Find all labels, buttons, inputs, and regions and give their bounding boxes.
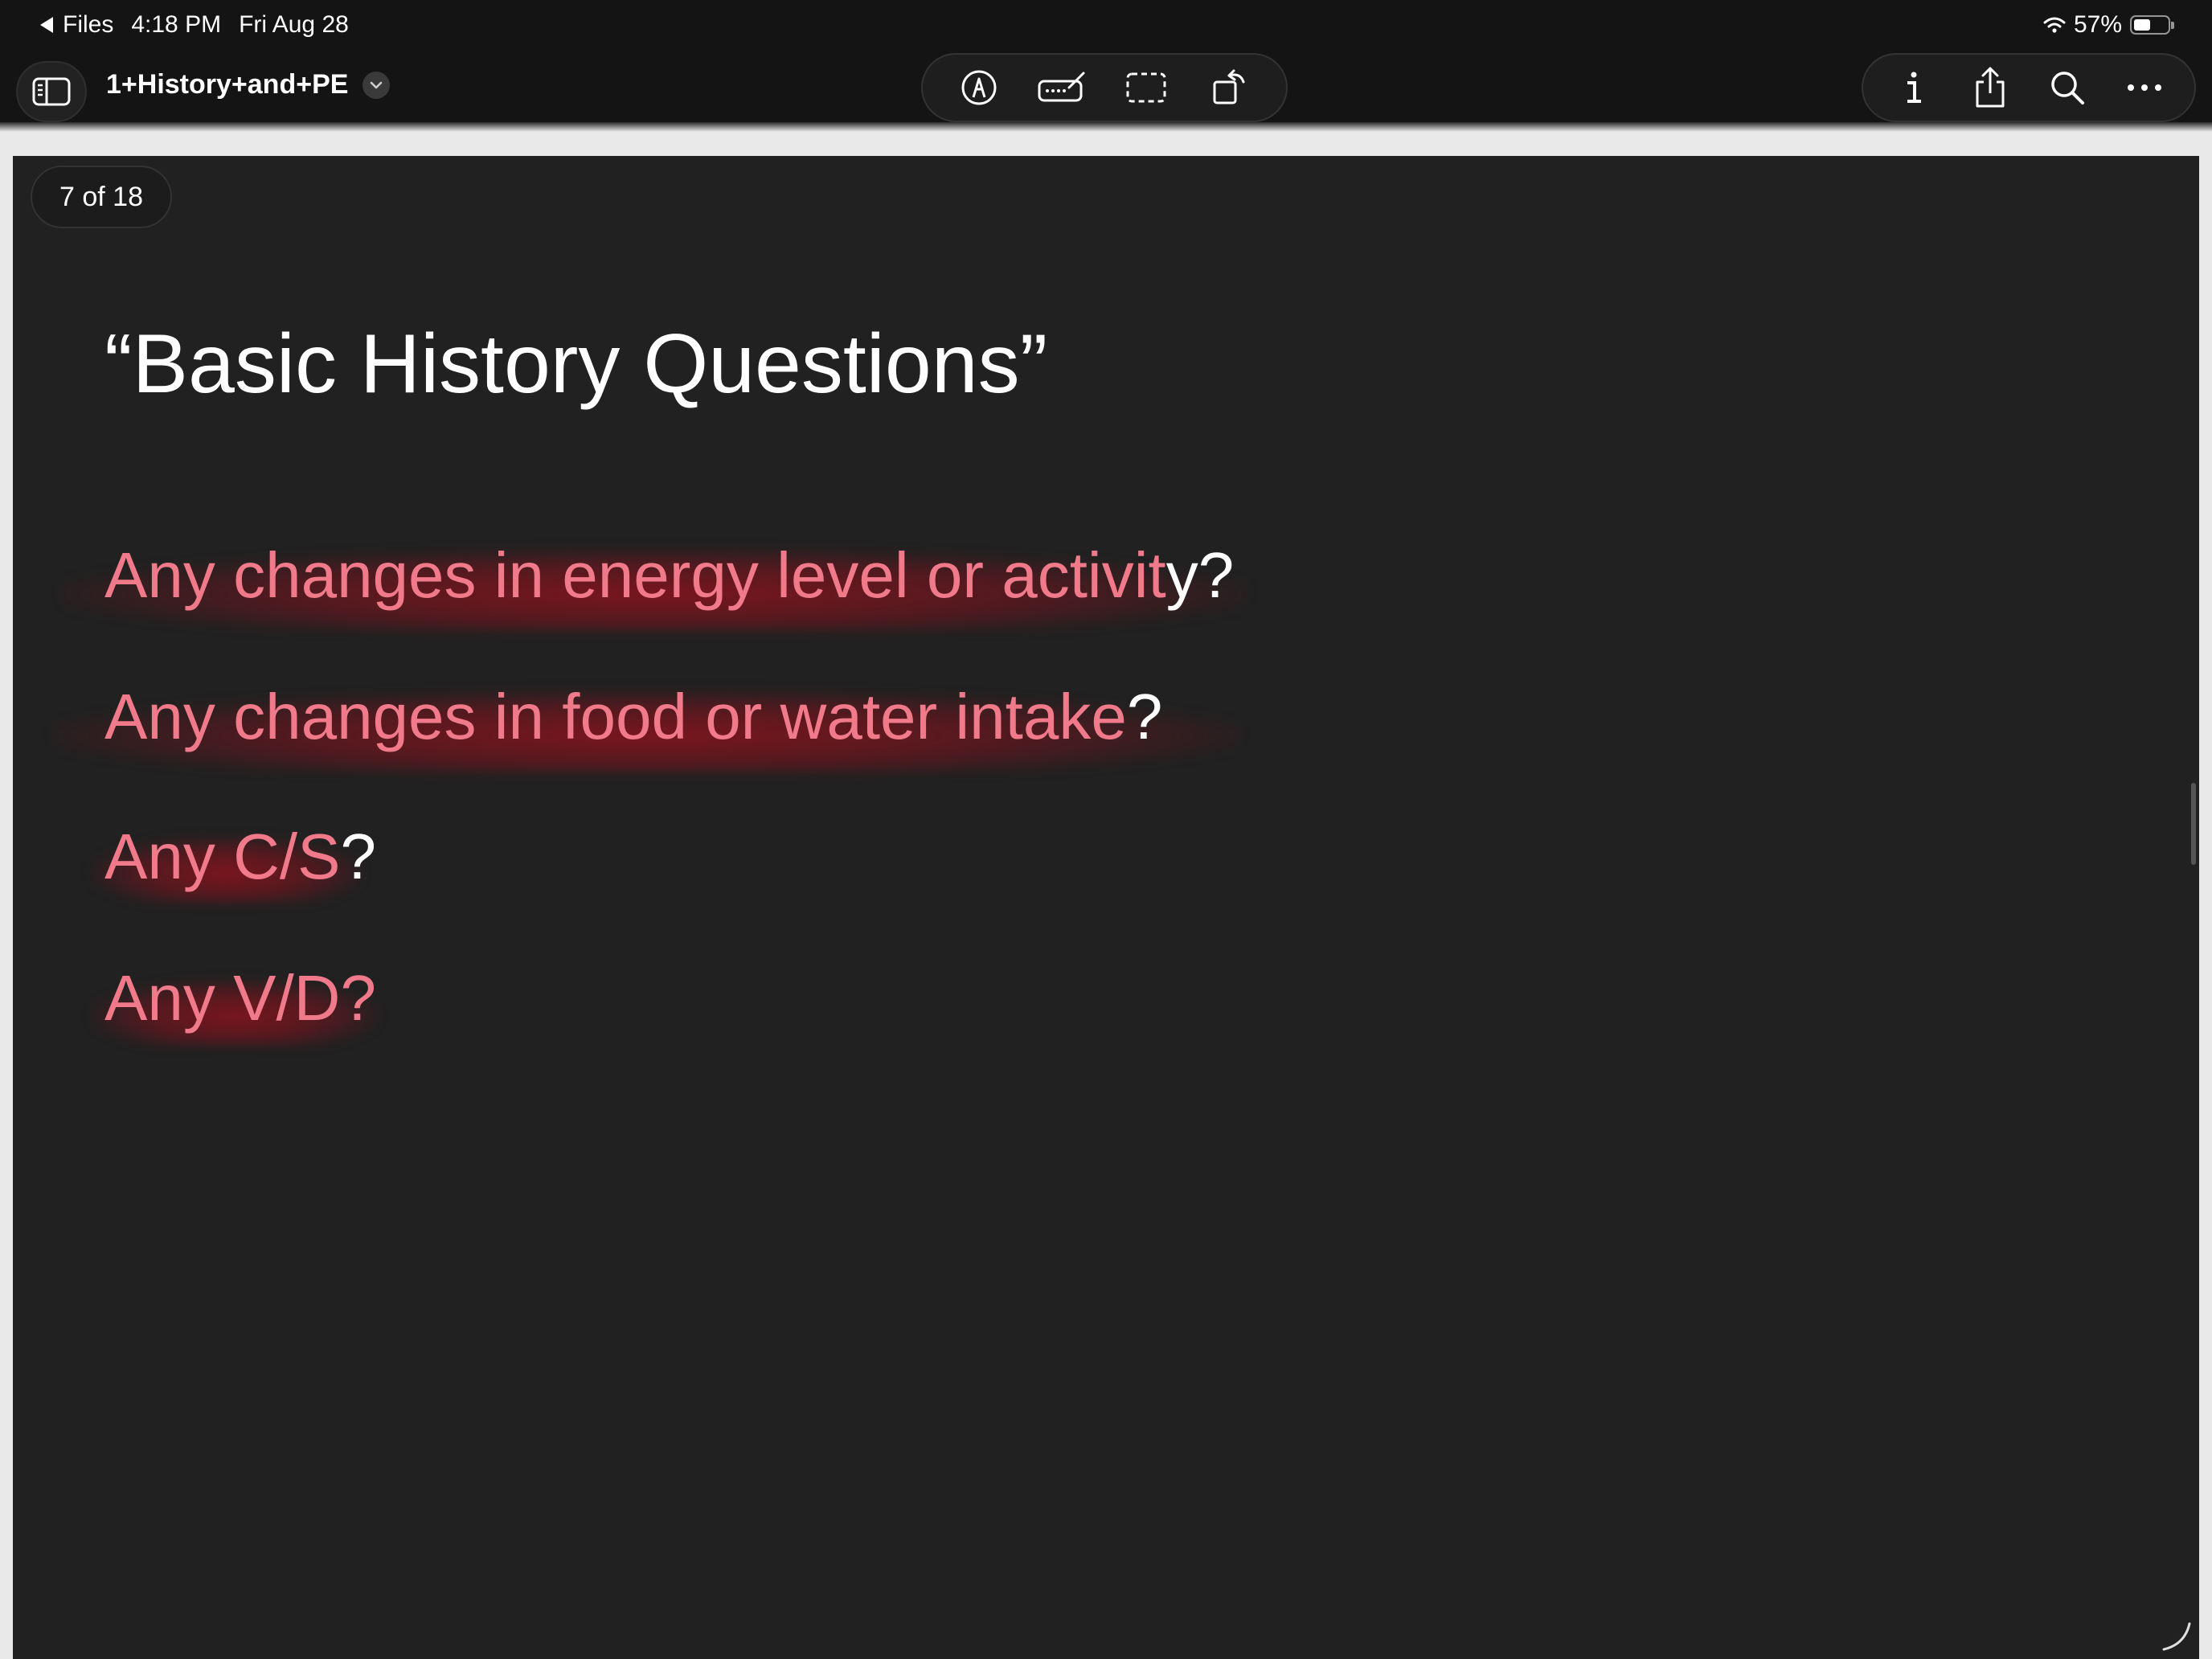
document-actions-group — [1862, 53, 2196, 122]
selection-box-icon[interactable] — [1120, 62, 1172, 113]
back-arrow-icon[interactable] — [40, 17, 53, 33]
sidebar-toggle-button[interactable] — [16, 61, 87, 122]
highlighted-text: Any V/D? — [104, 962, 376, 1034]
sidebar-icon — [32, 77, 71, 106]
highlighted-text: Any changes in energy level or activit — [104, 539, 1166, 611]
share-icon[interactable] — [1964, 62, 2016, 113]
plain-text: ? — [1126, 681, 1163, 752]
screen: Files 4:18 PM Fri Aug 28 57% 1+History+a… — [0, 0, 2212, 1659]
battery-percent: 57% — [2073, 11, 2122, 38]
slide-title: “Basic History Questions” — [104, 317, 1048, 411]
document-title-menu[interactable]: 1+History+and+PE — [106, 69, 391, 100]
markup-pen-icon[interactable] — [953, 62, 1005, 113]
bullet-item: Any changes in food or water intake? — [104, 680, 1162, 754]
status-date: Fri Aug 28 — [239, 11, 349, 38]
search-icon[interactable] — [2042, 62, 2093, 113]
page-counter-label: 7 of 18 — [59, 181, 143, 212]
chrome-shadow — [0, 122, 2212, 132]
page-counter: 7 of 18 — [31, 166, 172, 228]
page-corner-curl-icon — [2162, 1622, 2191, 1651]
status-bar-right: 57% — [2043, 11, 2174, 39]
bullet-item: Any V/D? — [104, 961, 376, 1035]
status-time: 4:18 PM — [131, 11, 222, 38]
text-box-signature-icon[interactable] — [1037, 62, 1088, 113]
back-to-files-link[interactable]: Files — [63, 11, 113, 39]
chevron-down-icon[interactable] — [363, 71, 391, 99]
scroll-indicator[interactable] — [2191, 783, 2196, 865]
plain-text: y? — [1165, 539, 1235, 611]
status-bar-left: Files 4:18 PM Fri Aug 28 — [40, 11, 349, 39]
bullet-item: Any changes in energy level or activity? — [104, 539, 1234, 612]
document-title: 1+History+and+PE — [106, 69, 349, 100]
wifi-icon — [2043, 16, 2066, 34]
info-icon[interactable] — [1887, 62, 1939, 113]
document-page[interactable]: 7 of 18 “Basic History Questions” Any ch… — [13, 156, 2199, 1659]
markup-tool-group — [921, 53, 1288, 122]
plain-text: ? — [340, 821, 376, 892]
top-chrome: Files 4:18 PM Fri Aug 28 57% 1+History+a… — [0, 0, 2212, 129]
battery-icon — [2130, 15, 2174, 35]
bullet-item: Any C/S? — [104, 820, 376, 894]
rotate-page-icon[interactable] — [1204, 62, 1256, 113]
more-icon[interactable] — [2119, 62, 2170, 113]
highlighted-text: Any C/S — [104, 821, 341, 892]
highlighted-text: Any changes in food or water intake — [104, 681, 1127, 752]
